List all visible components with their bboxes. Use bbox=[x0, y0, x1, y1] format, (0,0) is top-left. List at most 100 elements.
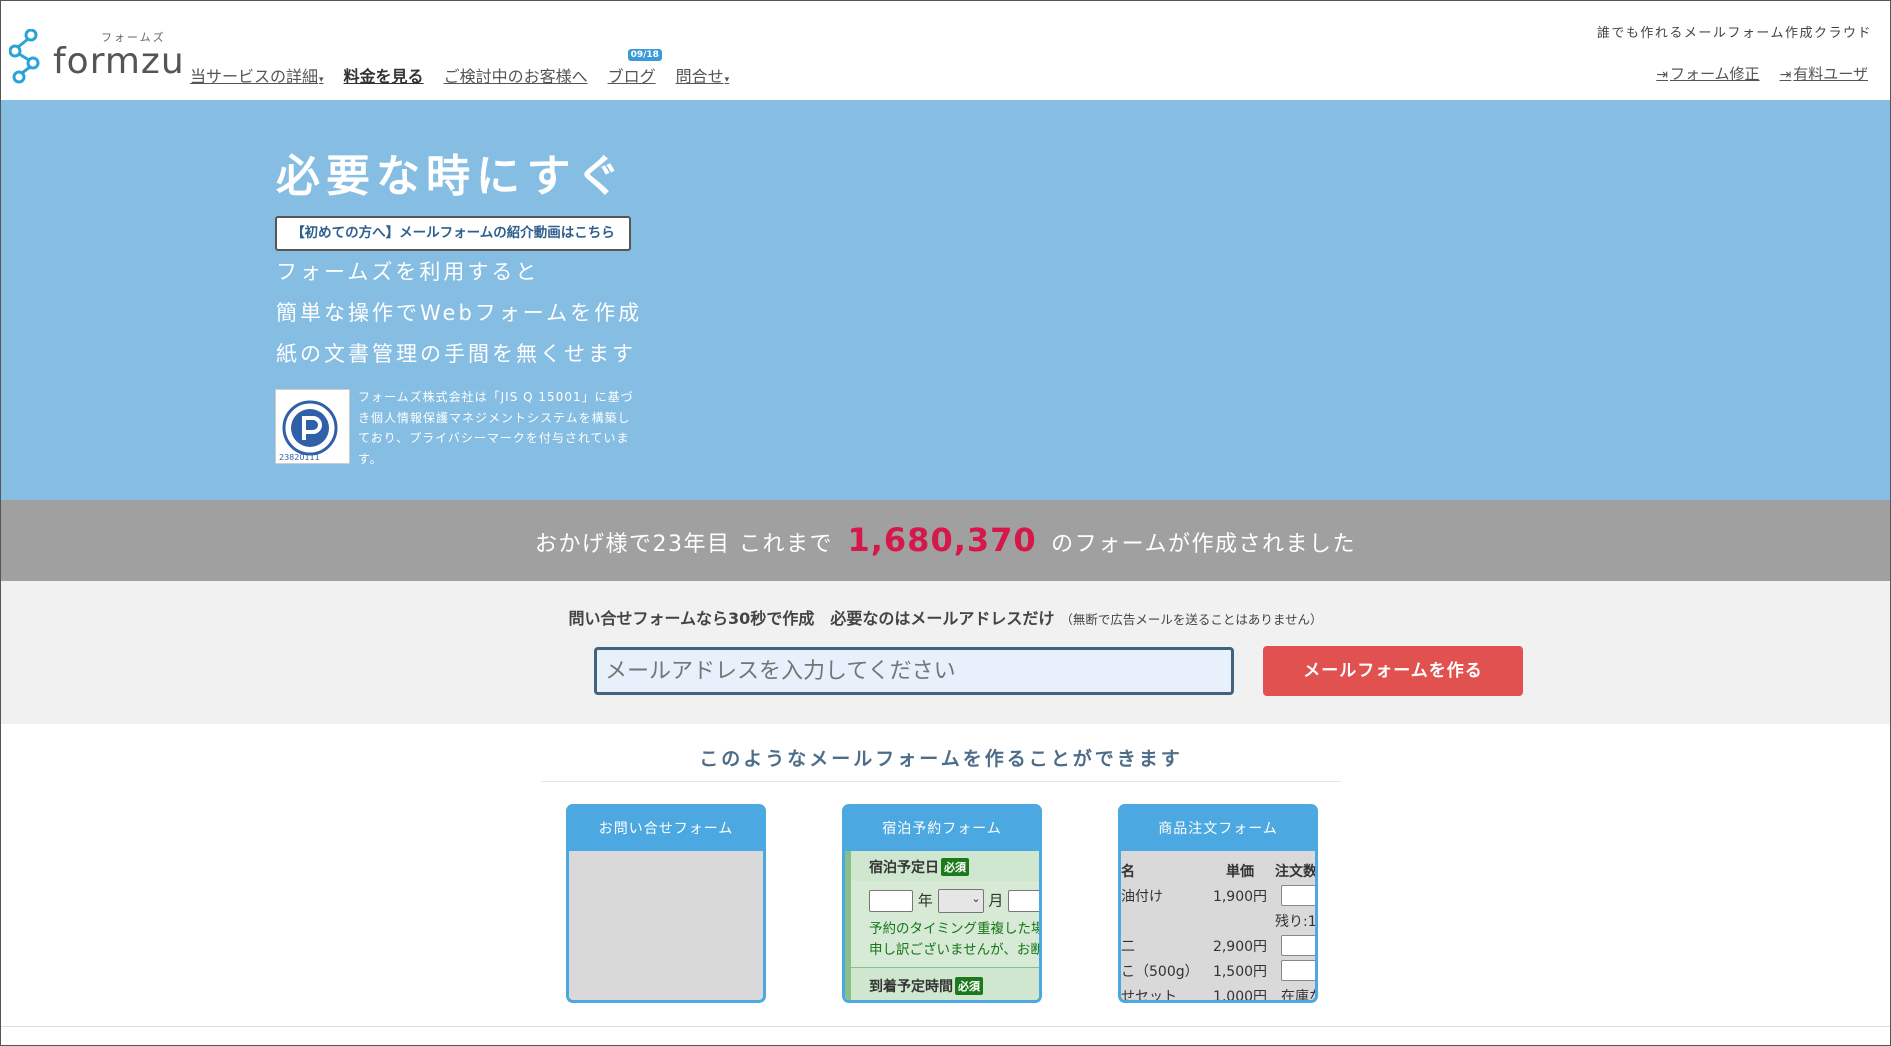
hero-line: 簡単な操作でWebフォームを作成 bbox=[276, 301, 643, 325]
month-select: ⌄ bbox=[937, 889, 984, 913]
account-links: ⇥ フォーム修正 ⇥ 有料ユーザ bbox=[1656, 63, 1868, 84]
nav-blog[interactable]: 09/18 ブログ bbox=[607, 49, 662, 87]
card-preview bbox=[569, 851, 763, 1000]
quick-signup: 問い合せフォームなら30秒で作成 必要なのはメールアドレスだけ （無断で広告メール… bbox=[1, 581, 1890, 724]
quantity-cell bbox=[1275, 883, 1315, 908]
chevron-down-icon: ▾ bbox=[724, 75, 730, 85]
count-suffix: のフォームが作成されました bbox=[1051, 532, 1356, 557]
order-table: 名 単価 注文数 油付け 1,900円 残り:10 二 2,900円 こ（500… bbox=[1121, 859, 1315, 1001]
table-row: 残り:10 bbox=[1121, 908, 1315, 933]
hero-line: フォームズを利用すると bbox=[276, 260, 540, 284]
create-form-button[interactable]: メールフォームを作る bbox=[1263, 646, 1523, 696]
month-label: 月 bbox=[988, 891, 1004, 910]
note-line: 予約のタイミング重複した場 bbox=[869, 921, 1039, 937]
login-icon: ⇥ bbox=[1656, 67, 1668, 83]
sample-card-order[interactable]: 商品注文フォーム 名 単価 注文数 油付け 1,900円 残り:10 二 2,9… bbox=[1118, 804, 1318, 1003]
blank-cell bbox=[1121, 908, 1205, 933]
column-header: 名 bbox=[1121, 864, 1135, 880]
signup-label-text: 問い合せフォームなら30秒で作成 必要なのはメールアドレスだけ bbox=[568, 609, 1055, 628]
section-heading-label: 宿泊予定日 bbox=[869, 860, 939, 876]
site-header: フォームズ formzu 当サービスの詳細▾ 料金を見る ご検討中のお客様へ 0… bbox=[1, 1, 1890, 100]
main-nav: 当サービスの詳細▾ 料金を見る ご検討中のお客様へ 09/18 ブログ 問合せ▾ bbox=[190, 49, 749, 87]
column-header: 注文数 bbox=[1275, 864, 1315, 880]
paid-user-label: 有料ユーザ bbox=[1793, 65, 1868, 83]
forms-count: 1,680,370 bbox=[847, 521, 1037, 559]
table-row: 二 2,900円 bbox=[1121, 933, 1315, 958]
column-header: 単価 bbox=[1226, 864, 1254, 880]
stock-status: 在庫な bbox=[1281, 988, 1315, 1001]
table-row: 油付け 1,900円 bbox=[1121, 883, 1315, 908]
table-row: せセット 1,000円 在庫な bbox=[1121, 983, 1315, 1001]
product-price: 1,900円 bbox=[1212, 888, 1268, 905]
form-edit-label: フォーム修正 bbox=[1670, 65, 1760, 83]
tagline: 誰でも作れるメールフォーム作成クラウド bbox=[1596, 26, 1872, 41]
year-label: 年 bbox=[917, 891, 933, 910]
nav-pricing[interactable]: 料金を見る bbox=[344, 63, 424, 87]
intro-video-button[interactable]: 【初めての方へ】メールフォームの紹介動画はこちら bbox=[275, 216, 631, 251]
login-icon: ⇥ bbox=[1779, 67, 1792, 83]
product-name: こ（500g） bbox=[1121, 963, 1199, 980]
form-edit-link[interactable]: ⇥ フォーム修正 bbox=[1656, 63, 1759, 84]
note-line: 申し訳ございませんが、お断 bbox=[869, 942, 1039, 958]
year-input bbox=[869, 890, 913, 912]
chevron-down-icon: ▾ bbox=[319, 75, 324, 85]
nav-prospects[interactable]: ご検討中のお客様へ bbox=[444, 63, 588, 87]
email-field[interactable] bbox=[594, 647, 1234, 695]
blank-cell bbox=[1205, 908, 1275, 933]
table-header: 名 単価 注文数 bbox=[1121, 859, 1315, 883]
nav-contact[interactable]: 問合せ▾ bbox=[676, 63, 730, 87]
quantity-input bbox=[1281, 935, 1315, 956]
required-badge: 必須 bbox=[955, 977, 983, 995]
nav-service-details-label: 当サービスの詳細 bbox=[190, 67, 319, 86]
required-badge: 必須 bbox=[941, 858, 969, 876]
hero-section: 必要な時にすぐ 【初めての方へ】メールフォームの紹介動画はこちら フォームズを利… bbox=[1, 100, 1890, 500]
nav-contact-label: 問合せ bbox=[675, 67, 724, 86]
signup-label: 問い合せフォームなら30秒で作成 必要なのはメールアドレスだけ （無断で広告メール… bbox=[1, 605, 1890, 629]
quantity-input bbox=[1281, 885, 1315, 906]
privacy-mark-icon: 23820111 bbox=[279, 400, 338, 462]
privacy-mark-logo[interactable]: 23820111 bbox=[275, 389, 350, 464]
card-title: 宿泊予約フォーム bbox=[845, 807, 1039, 851]
chevron-down-icon: ⌄ bbox=[971, 892, 981, 905]
samples-title: このようなメールフォームを作ることができます bbox=[541, 744, 1341, 782]
logo-mark-icon bbox=[9, 29, 40, 84]
nav-blog-label: ブログ bbox=[607, 67, 656, 86]
stock-remaining: 残り:10 bbox=[1275, 913, 1315, 930]
product-name: 油付け bbox=[1121, 888, 1163, 905]
section-heading: 到着予定時間 必須 bbox=[845, 967, 1039, 1000]
signup-note: （無断で広告メールを送ることはありません） bbox=[1060, 612, 1323, 627]
card-preview: 宿泊予定日 必須 年 ⌄ 月 予約のタイミング重複した場 申し訳ございませんが、お… bbox=[845, 851, 1039, 1000]
section-heading-label: 到着予定時間 bbox=[869, 979, 953, 995]
day-input bbox=[1008, 890, 1039, 912]
hero-title: 必要な時にすぐ bbox=[276, 151, 627, 202]
quantity-cell bbox=[1275, 933, 1315, 958]
card-preview: 名 単価 注文数 油付け 1,900円 残り:10 二 2,900円 こ（500… bbox=[1121, 851, 1315, 1001]
logo-text: formzu bbox=[53, 41, 185, 82]
paid-user-link[interactable]: ⇥ 有料ユーザ bbox=[1780, 63, 1868, 84]
table-row: こ（500g） 1,500円 bbox=[1121, 958, 1315, 983]
nav-service-details[interactable]: 当サービスの詳細▾ bbox=[190, 63, 324, 87]
product-name: 二 bbox=[1121, 938, 1135, 955]
sample-card-hotel[interactable]: 宿泊予約フォーム 宿泊予定日 必須 年 ⌄ 月 予約のタイミング重複した場 申し訳… bbox=[842, 804, 1042, 1003]
card-title: お問い合せフォーム bbox=[569, 807, 763, 851]
blog-date-badge: 09/18 bbox=[627, 49, 662, 61]
product-price: 1,500円 bbox=[1212, 963, 1268, 980]
count-prefix: おかげ様で23年目 これまで bbox=[534, 532, 833, 557]
formzu-logo[interactable]: フォームズ formzu bbox=[9, 29, 184, 85]
reservation-note: 予約のタイミング重複した場 申し訳ございませんが、お断 bbox=[845, 917, 1039, 967]
forms-created-banner: おかげ様で23年目 これまで 1,680,370 のフォームが作成されました bbox=[1, 500, 1890, 581]
sample-card-contact[interactable]: お問い合せフォーム bbox=[566, 804, 766, 1003]
product-name: せセット bbox=[1121, 988, 1177, 1001]
section-heading: 宿泊予定日 必須 bbox=[845, 851, 1039, 881]
quantity-cell bbox=[1275, 958, 1315, 983]
hero-line: 紙の文書管理の手間を無くせます bbox=[276, 342, 636, 366]
divider bbox=[1, 1026, 1890, 1027]
product-price: 2,900円 bbox=[1212, 938, 1268, 955]
privacy-statement: フォームズ株式会社は「JIS Q 15001」に基づき個人情報保護マネジメントシ… bbox=[358, 390, 634, 466]
privacy-mark-number: 23820111 bbox=[279, 453, 320, 462]
hero-description: フォームズを利用すると 簡単な操作でWebフォームを作成 紙の文書管理の手間を無… bbox=[276, 252, 642, 375]
product-price: 1,000円 bbox=[1212, 988, 1268, 1001]
date-row: 年 ⌄ 月 bbox=[845, 881, 1039, 917]
quantity-input bbox=[1281, 960, 1315, 981]
card-title: 商品注文フォーム bbox=[1121, 807, 1315, 851]
